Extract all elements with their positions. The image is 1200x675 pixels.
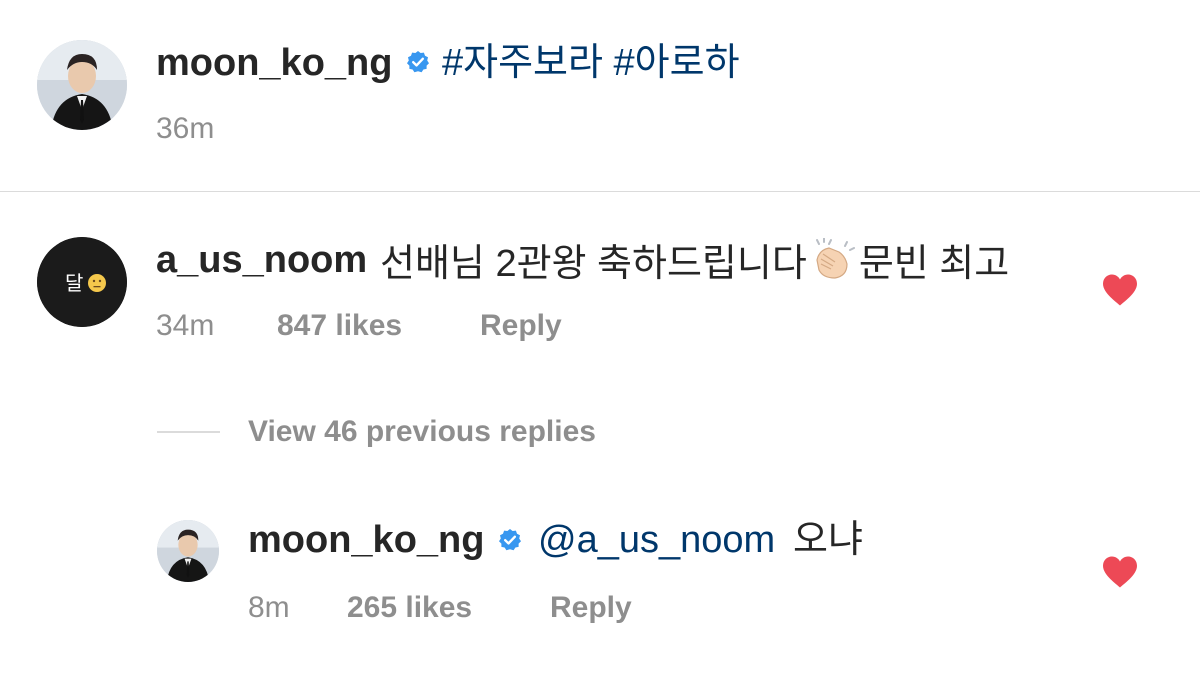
commenter-avatar-image: 달	[37, 237, 127, 327]
comment-text-main: 선배님 2관왕 축하드립니다	[380, 243, 807, 285]
reply-author-avatar[interactable]	[157, 520, 219, 582]
post-username[interactable]: moon_ko_ng	[156, 41, 392, 85]
reply-username[interactable]: moon_ko_ng	[248, 518, 484, 562]
reply-reply-button[interactable]: Reply	[550, 590, 632, 626]
comment-text-tail: 문빈 최고	[858, 243, 1010, 285]
comment-timestamp: 34m	[156, 309, 215, 342]
verified-badge-icon	[498, 528, 522, 552]
divider	[0, 191, 1200, 192]
profile-photo-icon	[37, 40, 127, 130]
verified-badge-icon	[406, 50, 430, 74]
comment-username[interactable]: a_us_noom	[156, 238, 367, 282]
post-timestamp: 36m	[156, 112, 215, 145]
neutral-face-icon	[88, 274, 106, 292]
heart-filled-icon	[1103, 274, 1137, 306]
commenter-avatar-text: 달	[65, 271, 83, 295]
comment-reply-button[interactable]: Reply	[480, 308, 562, 344]
heart-filled-icon	[1103, 556, 1137, 588]
commenter-avatar[interactable]: 달	[37, 237, 127, 327]
comment-likes-count[interactable]: 847 likes	[277, 308, 402, 344]
profile-photo-icon	[157, 520, 219, 582]
reply-like-button[interactable]	[1101, 555, 1139, 589]
comment-text: 선배님 2관왕 축하드립니다 문빈 최고	[380, 237, 1010, 290]
comment-thread: moon_ko_ng #자주보라 #아로하 36m 달 a_us_noom 선배…	[0, 0, 1200, 675]
replies-divider-line	[157, 431, 220, 433]
post-author-avatar[interactable]	[37, 40, 127, 130]
reply-mention-link[interactable]: @a_us_noom	[538, 518, 775, 562]
reply-text: 오냐	[793, 519, 863, 561]
clapping-hands-icon	[809, 237, 855, 290]
comment-like-button[interactable]	[1101, 273, 1139, 307]
reply-timestamp: 8m	[248, 591, 290, 624]
post-caption-hashtags[interactable]: #자주보라 #아로하	[442, 41, 740, 85]
reply-likes-count[interactable]: 265 likes	[347, 590, 472, 626]
view-previous-replies-button[interactable]: View 46 previous replies	[248, 414, 596, 450]
